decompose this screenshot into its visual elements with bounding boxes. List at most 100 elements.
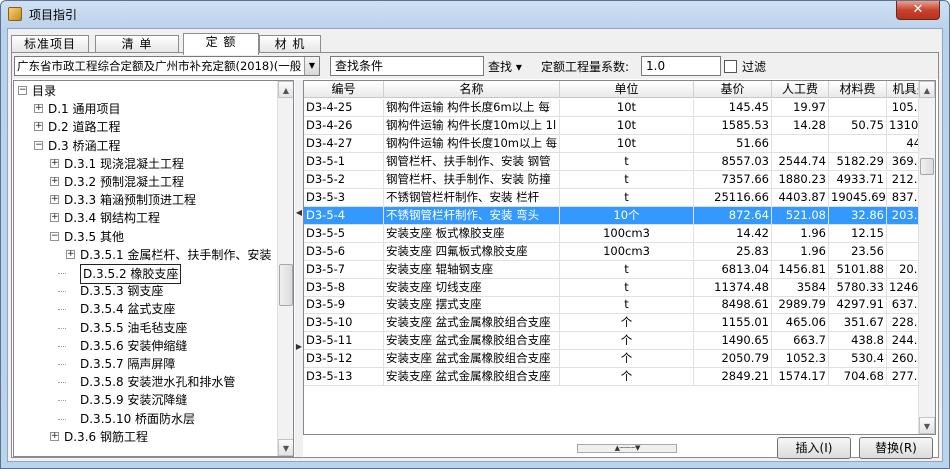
scroll-down-icon[interactable]: ▼ [919, 417, 935, 434]
project-guide-window: 项目指引 ✕ 标准项目 清 单 定 额 材 机 广东省市政工程综合定额及广州市补… [0, 0, 950, 469]
table-cell: D3-4-26 [304, 116, 384, 135]
column-header[interactable]: 编号 [304, 81, 384, 98]
expand-icon[interactable]: + [50, 177, 59, 186]
column-header[interactable]: 人工费 [772, 81, 829, 98]
table-cell: D3-5-13 [304, 368, 384, 387]
table-row[interactable]: D3-5-10 安装支座 盆式金属橡胶组合支座个 1155.01 465.06 351.… [304, 314, 935, 333]
horizontal-splitter-handle[interactable]: ▲·············▼ [577, 444, 677, 453]
column-header[interactable]: 单位 [560, 81, 694, 98]
scroll-up-icon[interactable]: ▲ [278, 81, 293, 98]
table-row[interactable]: D3-5-5 安装支座 板式橡胶支座 100cm3 14.42 1.96 12.15 [304, 224, 935, 243]
table-cell: 2050.79 [694, 350, 772, 369]
tree-node-label: D.3.5.2 橡胶支座 [80, 264, 182, 284]
table-row[interactable]: D3-5-12 安装支座 盆式金属橡胶组合支座个 2050.79 1052.3 530.… [304, 350, 935, 369]
table-cell: 钢管栏杆、扶手制作、安装 钢管 [384, 152, 560, 171]
chevron-down-icon[interactable]: ▼ [304, 57, 319, 75]
table-row[interactable]: D3-5-1 钢管栏杆、扶手制作、安装 钢管 t 8557.03 2544.74 5182… [304, 152, 935, 171]
find-dropdown-button[interactable]: 查找 ▾ [488, 58, 522, 75]
table-row[interactable]: D3-5-3 不锈钢管栏杆制作、安装 栏杆 t 25116.66 4403.87 1904… [304, 188, 935, 207]
table-cell: t [560, 296, 694, 315]
table-row[interactable]: D3-4-25 钢构件运输 构件长度6m以上 每 10t 145.45 19.97 105… [304, 99, 935, 117]
table-cell: 安装支座 辊轴钢支座 [384, 260, 560, 279]
tree-node-label: D.3.3 箱涵预制顶进工程 [64, 193, 196, 208]
table-cell: 11374.48 [694, 278, 772, 297]
table-cell: 704.68 [829, 368, 887, 387]
table-cell: 2849.21 [694, 368, 772, 387]
table-cell: D3-5-1 [304, 152, 384, 171]
collapse-icon[interactable]: − [50, 231, 59, 241]
catalog-tree: − 目录 + D.1 通用项目 + D.2 道路工程 − D.3 桥涵工程 + D.3.1 现浇混… [13, 80, 294, 457]
table-cell: 个 [560, 350, 694, 369]
table-cell: 个 [560, 314, 694, 333]
table-cell: 465.06 [772, 314, 829, 333]
expand-icon[interactable]: + [50, 431, 59, 441]
table-cell: t [560, 170, 694, 189]
table-cell: t [560, 188, 694, 207]
table-row[interactable]: D3-5-11 安装支座 盆式金属橡胶组合支座个 1490.65 663.7 438.8… [304, 332, 935, 351]
scroll-thumb[interactable] [920, 158, 934, 175]
quota-tab-panel: 广东省市政工程综合定额及广州市补充定额(2018)(一般 ▼ 查找条件 查找 ▾… [11, 52, 939, 458]
collapse-icon[interactable]: − [18, 86, 27, 95]
insert-button[interactable]: 插入(I) [777, 437, 851, 459]
window-title: 项目指引 [29, 8, 78, 22]
table-cell: 19.97 [772, 99, 829, 117]
table-cell: 14.42 [694, 224, 772, 243]
table-row[interactable]: D3-5-2 钢管栏杆、扶手制作、安装 防撞 t 7357.66 1880.23 4933… [304, 170, 935, 189]
table-cell: 钢管栏杆、扶手制作、安装 防撞 [384, 170, 560, 189]
close-button[interactable]: ✕ [896, 1, 940, 20]
vertical-splitter[interactable]: ◀ ▶ [295, 80, 303, 457]
table-row[interactable]: D3-5-8 安装支座 切线支座 t 11374.48 3584 5780.33 1246.… [304, 278, 935, 297]
filter-label: 过滤 [742, 60, 767, 74]
scroll-thumb[interactable] [279, 264, 293, 306]
table-cell: 19045.69 [829, 188, 887, 207]
table-cell: 不锈钢管栏杆制作、安装 栏杆 [384, 188, 560, 207]
table-cell: 1880.23 [772, 170, 829, 189]
table-cell: 不锈钢管栏杆制作、安装 弯头 [384, 206, 560, 225]
coef-input[interactable]: 1.0 [641, 56, 721, 76]
table-cell: 安装支座 盆式金属橡胶组合支座 [384, 332, 560, 351]
replace-button[interactable]: 替换(R) [859, 437, 933, 459]
tree-scrollbar[interactable]: ▲ ▼ [277, 81, 293, 456]
expand-icon[interactable]: + [50, 158, 59, 168]
table-row[interactable]: D3-4-27钢构件运输 构件长度10m以上 每10t51.6644.6 [304, 134, 935, 153]
expand-right-icon[interactable]: ▶ [295, 342, 303, 351]
table-cell: 4403.87 [772, 188, 829, 207]
column-header[interactable]: 名称 [384, 81, 560, 98]
search-input[interactable]: 查找条件 [330, 56, 484, 76]
tab-quota[interactable]: 定 额 [183, 33, 259, 55]
table-row[interactable]: D3-4-26 钢构件运输 构件长度10m以上 1l 10t 1585.53 14.28… [304, 116, 935, 135]
table-cell: 25.83 [694, 242, 772, 261]
quota-library-select[interactable]: 广东省市政工程综合定额及广州市补充定额(2018)(一般 ▼ [14, 56, 320, 76]
table-cell: 521.08 [772, 206, 829, 225]
scroll-down-icon[interactable]: ▼ [278, 439, 293, 456]
table-cell: 个 [560, 368, 694, 387]
coef-label: 定额工程量系数: [541, 60, 630, 74]
filter-checkbox[interactable] [724, 60, 737, 73]
table-cell: 530.4 [829, 350, 887, 369]
table-cell: 5182.29 [829, 152, 887, 171]
column-header[interactable]: 基价 [694, 81, 772, 98]
expand-icon[interactable]: + [50, 213, 59, 223]
table-cell: 1.96 [772, 242, 829, 261]
expand-icon[interactable]: + [34, 122, 43, 132]
app-icon [8, 7, 22, 21]
collapse-icon[interactable]: − [34, 140, 43, 150]
table-cell: D3-5-6 [304, 242, 384, 261]
collapse-left-icon[interactable]: ◀ [295, 208, 303, 217]
table-row[interactable]: D3-5-7 安装支座 辊轴钢支座 t 6813.04 1456.81 5101.88 20… [304, 260, 935, 279]
table-row[interactable]: D3-5-9 安装支座 摆式支座 t 8498.61 2989.79 4297.91 637… [304, 296, 935, 315]
table-cell: 438.8 [829, 332, 887, 351]
expand-icon[interactable]: + [34, 104, 43, 114]
table-row[interactable]: D3-5-4 不锈钢管栏杆制作、安装 弯头 10个 872.64 521.08 32.86… [304, 206, 935, 225]
expand-icon[interactable]: + [66, 249, 75, 259]
table-cell: 安装支座 盆式金属橡胶组合支座 [384, 314, 560, 333]
table-row[interactable]: D3-5-13 安装支座 盆式金属橡胶组合支座个 2849.21 1574.17 704… [304, 368, 935, 387]
table-cell: D3-5-3 [304, 188, 384, 207]
tree-node-label: D.3.5.4 盆式支座 [80, 302, 176, 317]
scroll-up-icon[interactable]: ▲ [919, 81, 935, 98]
expand-icon[interactable]: + [50, 195, 59, 205]
grid-header: 编号 名称 单位 基价 人工费 材料费 机具费 [304, 81, 935, 98]
table-row[interactable]: D3-5-6 安装支座 四氟板式橡胶支座 100cm3 25.83 1.96 23.56 [304, 242, 935, 261]
grid-scrollbar[interactable]: ▲ ▼ [918, 81, 935, 434]
column-header[interactable]: 材料费 [829, 81, 887, 98]
